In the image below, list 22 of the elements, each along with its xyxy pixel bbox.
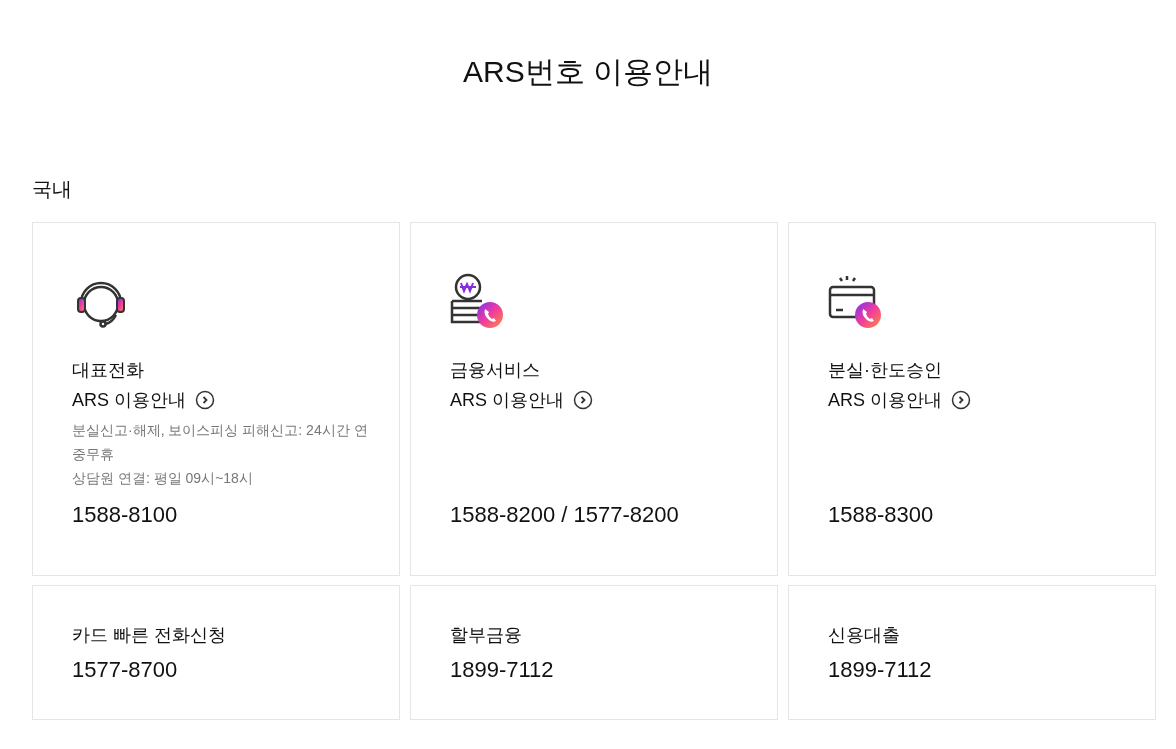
card-title: 대표전화 (72, 359, 145, 382)
phone-number: 1588-8100 (72, 501, 179, 529)
arrow-circle-icon (951, 390, 971, 410)
phone-number: 1588-8300 (828, 501, 935, 529)
card-title: 할부금융 (450, 624, 523, 647)
card-title: 금융서비스 (450, 359, 541, 382)
ars-guide-link[interactable]: ARS 이용안내 (828, 385, 971, 415)
ars-guide-link[interactable]: ARS 이용안내 (450, 385, 593, 415)
card-title: 카드 빠른 전화신청 (72, 624, 227, 647)
phone-number: 1899-7112 (450, 656, 555, 684)
card-title: 신용대출 (828, 624, 901, 647)
card-title: 분실·한도승인 (828, 359, 943, 382)
ars-guide-link[interactable]: ARS 이용안내 (72, 385, 215, 415)
phone-number: 1577-8700 (72, 656, 179, 684)
section-title: 국내 (32, 177, 73, 202)
phone-number: 1899-7112 (828, 656, 933, 684)
page-title: ARS번호 이용안내 (462, 54, 714, 90)
arrow-circle-icon (195, 390, 215, 410)
arrow-circle-icon (573, 390, 593, 410)
description-text: 분실신고·해제, 보이스피싱 피해신고: 24시간 연중무휴 (72, 421, 369, 464)
description-text: 상담원 연결: 평일 09시~18시 (72, 469, 254, 488)
phone-number: 1588-8200 / 1577-8200 (450, 501, 680, 529)
